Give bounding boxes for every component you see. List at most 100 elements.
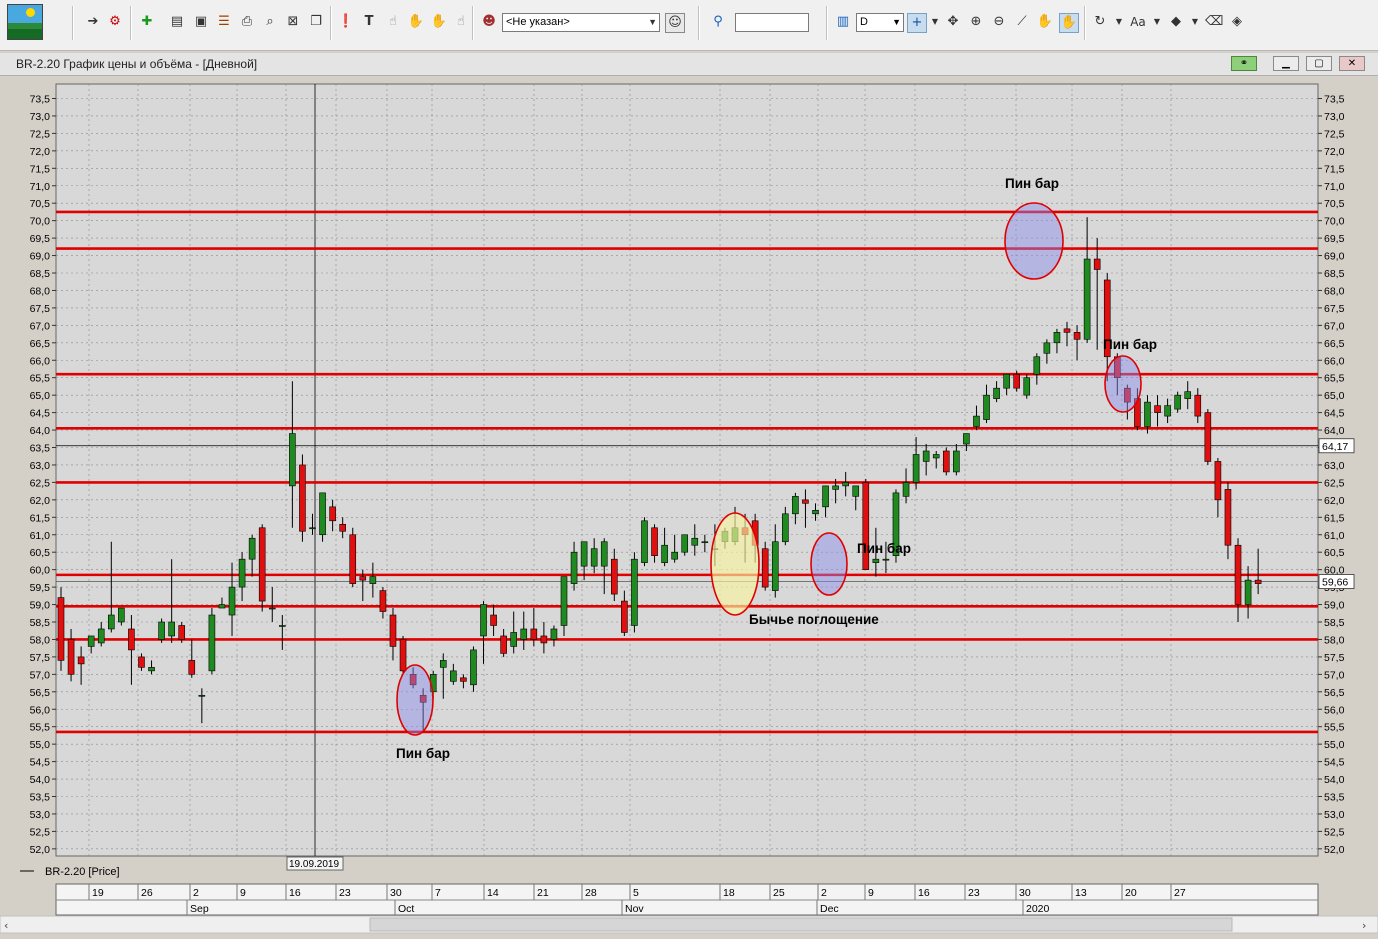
y-tick-label-right: 58,5: [1324, 617, 1345, 629]
candle-body-down: [339, 523, 346, 532]
candle-body-up: [872, 558, 880, 563]
y-tick-label-left: 57,0: [30, 669, 51, 681]
y-tick-label-right: 66,5: [1324, 338, 1345, 350]
y-tick-label-right: 72,5: [1324, 128, 1345, 140]
chevron-down-icon[interactable]: ▼: [1148, 13, 1166, 31]
window-icon[interactable]: ▤: [168, 13, 186, 31]
candle-body-down: [1194, 394, 1202, 417]
price-label: 64,17: [1322, 441, 1348, 453]
x-day-label: 23: [968, 887, 980, 899]
x-day-label: 20: [1125, 887, 1137, 899]
candle-body-up: [973, 415, 980, 427]
x-month-label: Dec: [820, 903, 839, 915]
copy-icon[interactable]: ❐: [307, 13, 325, 31]
scroll-right-icon[interactable]: ›: [1362, 919, 1366, 932]
hand-icon[interactable]: ✋: [407, 13, 425, 31]
y-tick-label-right: 67,0: [1324, 320, 1345, 332]
scrollbar-thumb[interactable]: [369, 917, 1233, 932]
chevron-down-icon[interactable]: ▼: [1186, 13, 1204, 31]
pan-icon[interactable]: ✋: [1059, 13, 1079, 33]
eraser-icon[interactable]: ⌫: [1205, 13, 1223, 31]
candle-body-up: [771, 541, 779, 591]
x-day-label: 9: [240, 887, 246, 899]
print-icon[interactable]: ⎙: [238, 13, 256, 31]
font-icon[interactable]: Aa: [1129, 13, 1147, 31]
candle-body-up: [902, 482, 910, 497]
y-tick-label-left: 56,0: [30, 704, 51, 716]
pan-icon[interactable]: ✋: [1036, 13, 1054, 31]
hand-icon[interactable]: ☝: [384, 13, 402, 31]
chevron-down-icon[interactable]: ▼: [926, 13, 944, 31]
candle-body-down: [57, 597, 65, 661]
price-chart[interactable]: 73,5 73,0 72,5 72,0 71,5 71,0 70,5 70,0 69,5 69,0…: [0, 76, 1378, 939]
x-day-label: 5: [633, 887, 639, 899]
search-input[interactable]: [735, 13, 809, 32]
y-tick-label-right: 64,5: [1324, 408, 1345, 420]
add-window-icon[interactable]: ✚: [138, 13, 156, 31]
candle-body-up: [1083, 258, 1091, 340]
candle-body-down: [540, 635, 548, 644]
plot-area: [55, 83, 1319, 857]
x-day-label: 16: [289, 887, 301, 899]
candle-body-up: [661, 544, 668, 563]
y-tick-label-right: 73,5: [1324, 94, 1345, 106]
ruler-icon[interactable]: ⟋: [1013, 13, 1031, 31]
move-icon[interactable]: ✥: [944, 13, 962, 31]
y-tick-label-right: 61,0: [1324, 530, 1345, 542]
candle-body-down: [500, 635, 507, 654]
maximize-button[interactable]: ▢: [1306, 56, 1332, 71]
toolbar-separator: [330, 6, 332, 40]
candle-body-up: [87, 635, 95, 647]
toolbar-separator: [698, 6, 700, 40]
candle-body-up: [289, 433, 296, 487]
y-tick-label-left: 71,0: [30, 181, 51, 193]
link-icon[interactable]: ⚭: [1231, 56, 1257, 71]
hand-icon[interactable]: ☝: [452, 13, 470, 31]
candle-body-up: [1003, 373, 1010, 389]
x-month-label: Oct: [398, 903, 414, 915]
search-icon[interactable]: ⚲: [709, 13, 727, 31]
search-icon[interactable]: ⌕: [261, 13, 279, 31]
arrow-right-icon[interactable]: ➔: [84, 13, 102, 31]
price-label: 59,66: [1322, 577, 1348, 589]
candle-body-up: [963, 433, 970, 445]
y-tick-label-left: 63,0: [30, 460, 51, 472]
instrument-select[interactable]: <Не указан> ▼: [502, 13, 660, 32]
user-icon[interactable]: ☻: [480, 13, 498, 31]
text-tool-icon[interactable]: T: [360, 13, 378, 31]
layers-icon[interactable]: ◈: [1228, 13, 1246, 31]
candle-body-down: [77, 656, 85, 665]
rotate-icon[interactable]: ↻: [1091, 13, 1109, 31]
chart-type-icon[interactable]: ▥: [834, 13, 852, 31]
y-tick-label-left: 59,0: [30, 600, 51, 612]
chevron-down-icon[interactable]: ▼: [1110, 13, 1128, 31]
y-tick-label-left: 71,5: [30, 163, 51, 175]
crosshair-icon[interactable]: +: [907, 13, 927, 33]
zoom-in-icon[interactable]: ⊕: [967, 13, 985, 31]
y-tick-label-right: 65,0: [1324, 390, 1345, 402]
candle-body-up: [97, 628, 105, 644]
zoom-out-icon[interactable]: ⊖: [990, 13, 1008, 31]
main-toolbar: ➔ ⚙ ✚ ▤ ▣ ☰ ⎙ ⌕ ⊠ ❐ ❗ T ☝ ✋ ✋ ☝ ☻ <Не ук…: [0, 0, 1378, 51]
candle-body-up: [248, 537, 256, 560]
x-day-label: 30: [1019, 887, 1031, 899]
minimize-button[interactable]: ▁: [1273, 56, 1299, 71]
candle-body-down: [178, 625, 186, 640]
candle-body-up: [108, 614, 115, 630]
candle-body-up: [782, 513, 789, 543]
close-window-icon[interactable]: ⊠: [284, 13, 302, 31]
table-icon[interactable]: ☰: [215, 13, 233, 31]
logo-icon[interactable]: [7, 4, 43, 40]
period-select[interactable]: D ▼: [856, 13, 904, 32]
info-icon[interactable]: ❗: [337, 13, 355, 31]
user-search-icon[interactable]: ☺: [665, 13, 685, 33]
y-tick-label-left: 64,0: [30, 425, 51, 437]
y-tick-label-left: 62,0: [30, 495, 51, 507]
scroll-left-icon[interactable]: ‹: [4, 919, 8, 932]
close-button[interactable]: ✕: [1339, 56, 1365, 71]
x-day-label: 13: [1075, 887, 1087, 899]
window-icon[interactable]: ▣: [192, 13, 210, 31]
hand-icon[interactable]: ✋: [430, 13, 448, 31]
chart-settings-icon[interactable]: ⚙: [106, 13, 124, 31]
color-icon[interactable]: ◆: [1167, 13, 1185, 31]
